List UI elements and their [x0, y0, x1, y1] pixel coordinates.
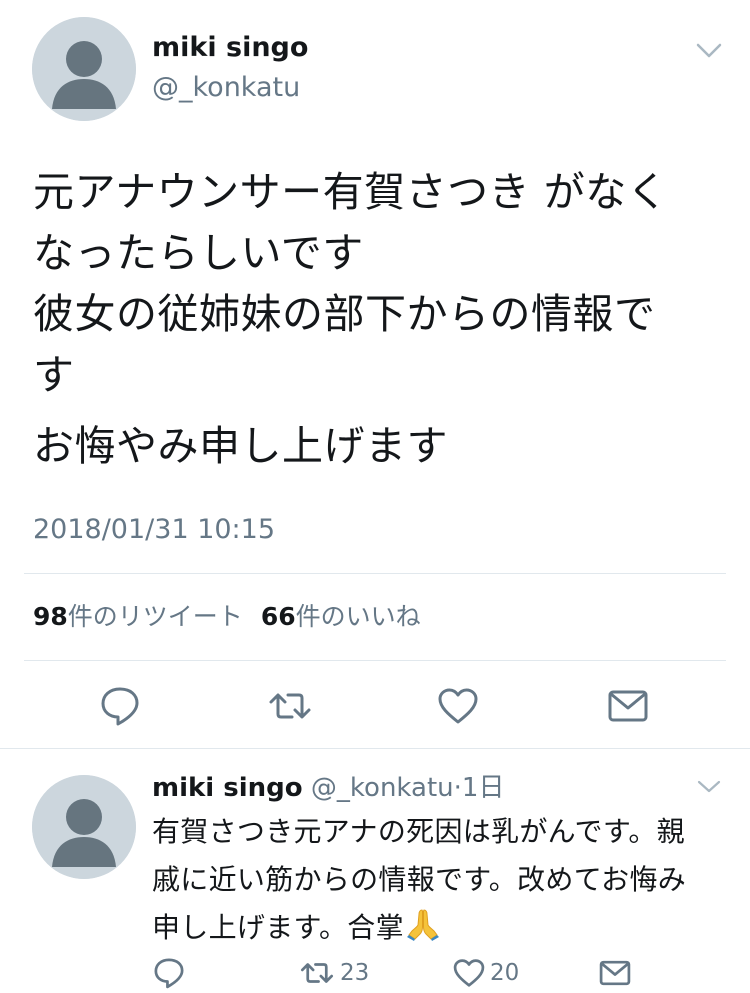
tweet-text-line: なったらしいです [33, 229, 364, 277]
reply-icon [101, 687, 139, 726]
author-handle[interactable]: @_konkatu [152, 70, 300, 106]
direct-message-button[interactable] [598, 956, 634, 990]
tweet-text-line: 彼女の従姉妹の部下からの情報で [33, 290, 656, 338]
like-label: 件のいいね [295, 602, 421, 631]
divider [24, 573, 726, 574]
retweet-stat[interactable]: 98件のリツイート [33, 602, 243, 631]
tweet-text-line-content: 申し上げます。合掌 [152, 911, 404, 944]
divider [24, 660, 726, 661]
like-count: 20 [490, 960, 520, 986]
retweet-button[interactable] [268, 684, 312, 728]
retweet-button[interactable]: 23 [298, 956, 378, 990]
heart-icon [438, 688, 478, 724]
envelope-icon [599, 960, 631, 986]
like-stat[interactable]: 66件のいいね [261, 602, 421, 631]
like-count: 66 [260, 602, 296, 631]
relative-time[interactable]: 1日 [462, 773, 505, 803]
default-profile-icon [32, 17, 136, 121]
tweet-text-line: 有賀さつき元アナの死因は乳がんです。親 [152, 815, 685, 848]
tweet-text: 有賀さつき元アナの死因は乳がんです。親 戚に近い筋からの情報です。改めてお悔み … [152, 808, 732, 956]
like-button[interactable]: 20 [452, 956, 532, 990]
reply-header: miki singo @_konkatu·1日 [152, 771, 504, 805]
tweet-text-line-content: 戚に近い筋からの情報です。改めてお悔み [152, 863, 687, 896]
author-handle[interactable]: @_konkatu [311, 773, 454, 803]
tweet-text: 元アナウンサー有賀さつき がなく なったらしいです 彼女の従姉妹の部下からの情報… [33, 162, 723, 477]
folded-hands-icon [406, 907, 440, 956]
retweet-label: 件のリツイート [67, 602, 243, 631]
avatar[interactable] [32, 775, 136, 879]
author-name[interactable]: miki singo [152, 773, 303, 803]
author-name[interactable]: miki singo [152, 30, 308, 66]
heart-icon [453, 959, 485, 987]
reply-button[interactable] [152, 956, 188, 990]
reply-icon [154, 958, 184, 989]
retweet-icon [300, 963, 334, 983]
tweet-text-paragraph: お悔やみ申し上げます [33, 422, 448, 470]
retweet-count: 98 [33, 602, 68, 631]
avatar[interactable] [32, 17, 136, 121]
like-button[interactable] [436, 684, 480, 728]
tweet-text-line: 元アナウンサー有賀さつき がなく [33, 168, 669, 216]
direct-message-button[interactable] [606, 684, 650, 728]
tweet-stats: 98件のリツイート 66件のいいね [33, 599, 421, 635]
reply-button[interactable] [98, 684, 142, 728]
tweet-text-line: 申し上げます。合掌 [152, 904, 732, 956]
chevron-down-icon[interactable] [694, 38, 724, 64]
tweet-text-line: す [33, 351, 75, 399]
retweet-icon [269, 693, 311, 719]
envelope-icon [608, 690, 648, 722]
separator: · [453, 773, 462, 803]
tweet-text-line: 戚に近い筋からの情報です。改めてお悔み [152, 856, 732, 904]
retweet-count: 23 [340, 960, 370, 986]
chevron-down-icon[interactable] [696, 776, 722, 798]
divider [0, 748, 750, 749]
tweet-timestamp[interactable]: 2018/01/31 10:15 [33, 512, 275, 548]
default-profile-icon [32, 775, 136, 879]
